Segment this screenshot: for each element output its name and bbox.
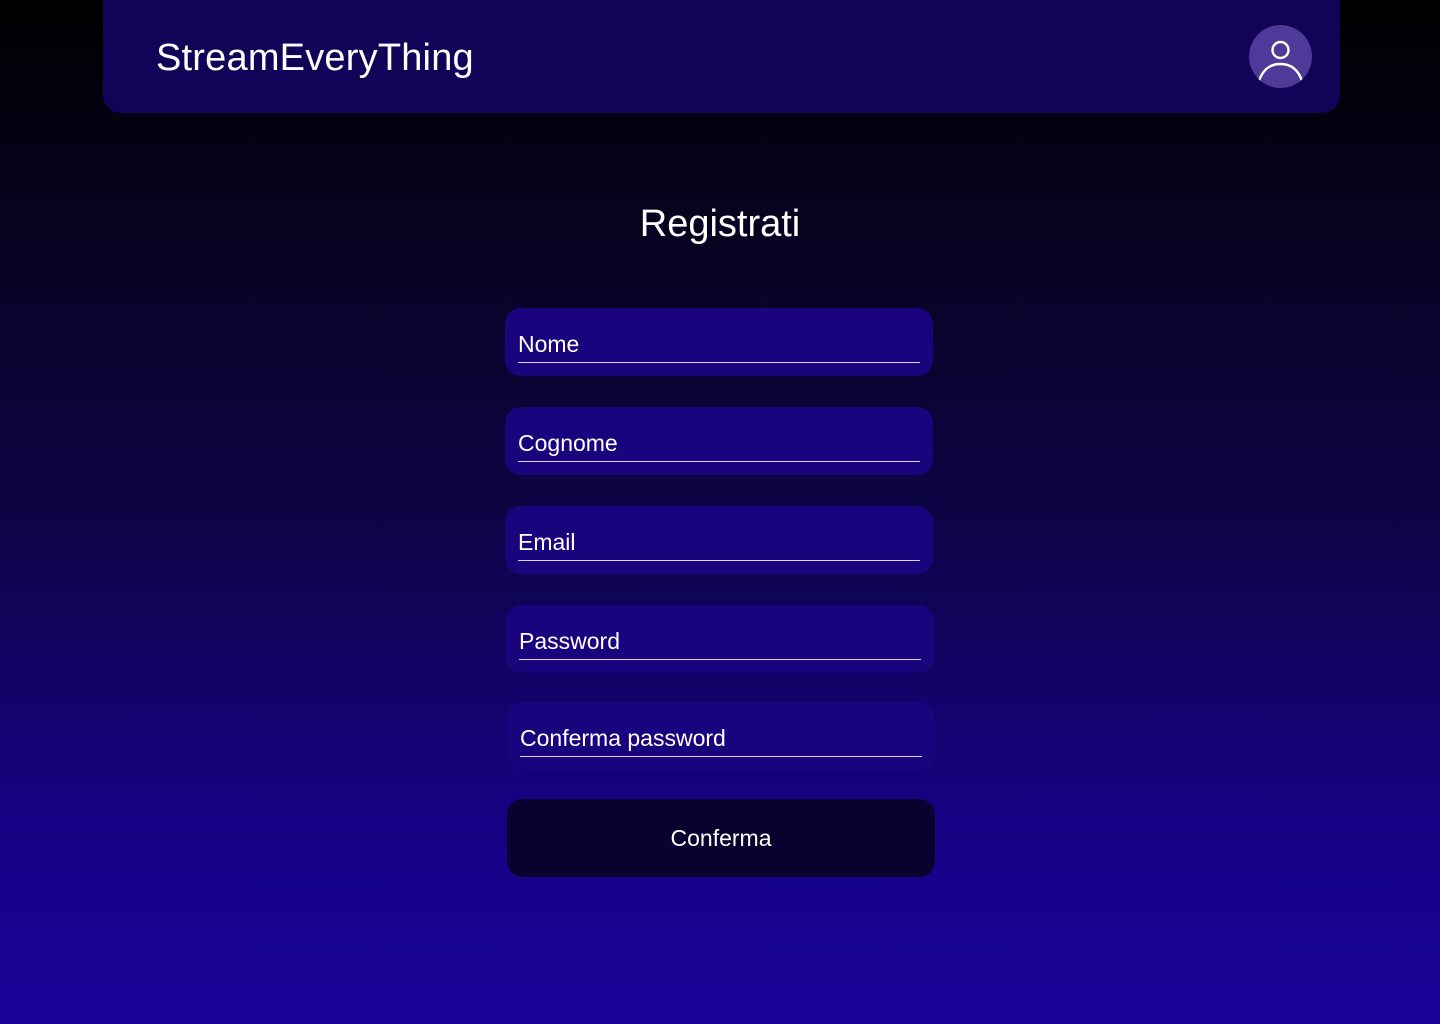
user-avatar-button[interactable] xyxy=(1249,25,1312,88)
nome-underline xyxy=(518,362,920,363)
password-label: Password xyxy=(519,628,620,654)
confirm-button[interactable]: Conferma xyxy=(507,799,935,877)
confirm-password-underline xyxy=(520,756,922,757)
user-icon xyxy=(1257,40,1304,83)
confirm-password-label: Conferma password xyxy=(520,725,726,751)
cognome-label: Cognome xyxy=(518,430,618,456)
email-underline xyxy=(518,560,920,561)
password-underline xyxy=(519,659,921,660)
cognome-field[interactable]: Cognome xyxy=(505,407,933,475)
email-label: Email xyxy=(518,529,576,555)
top-header: StreamEveryThing xyxy=(103,0,1340,113)
nome-label: Nome xyxy=(518,331,580,357)
confirm-password-field[interactable]: Conferma password xyxy=(507,702,935,770)
page-title: Registrati xyxy=(639,203,801,245)
brand-logo[interactable]: StreamEveryThing xyxy=(156,34,474,82)
cognome-underline xyxy=(518,461,920,462)
email-field[interactable]: Email xyxy=(505,506,933,574)
password-field[interactable]: Password xyxy=(506,605,934,673)
nome-field[interactable]: Nome xyxy=(505,308,933,376)
